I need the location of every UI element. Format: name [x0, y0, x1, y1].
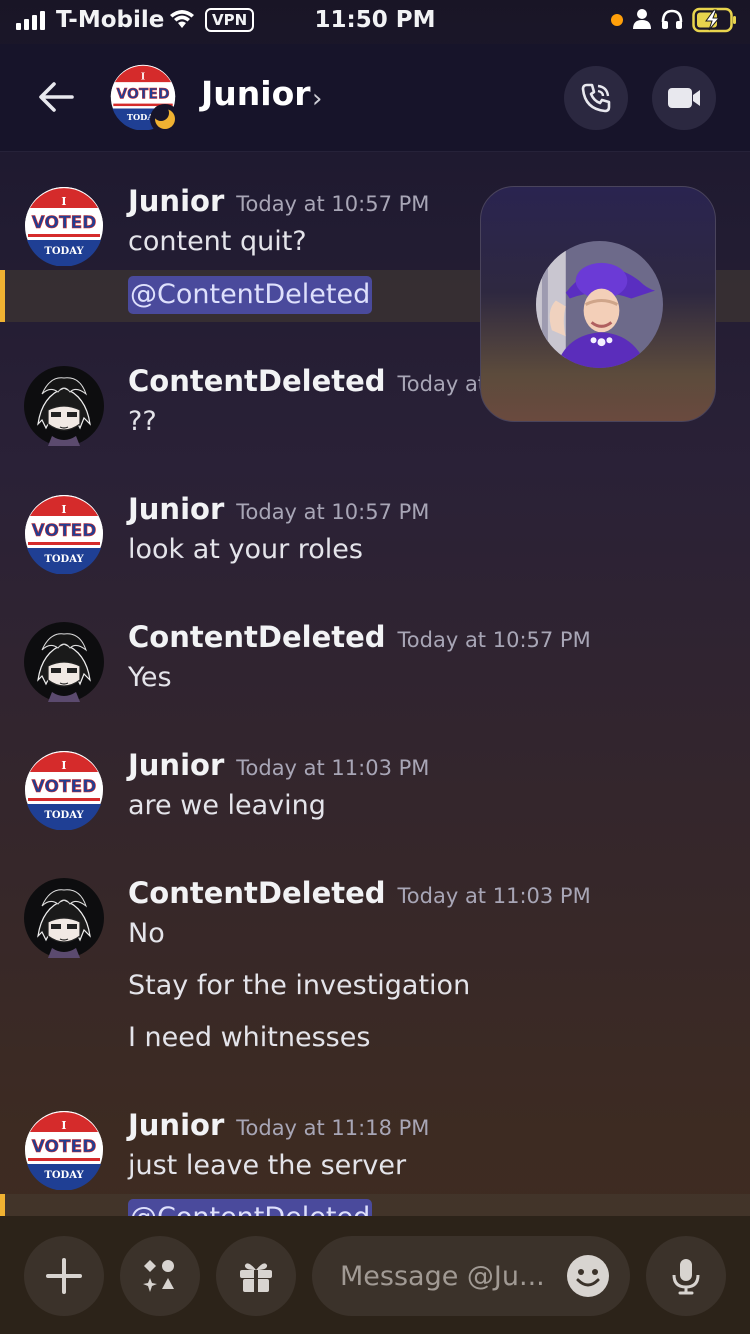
- apps-icon: [143, 1260, 174, 1292]
- author-name[interactable]: ContentDeleted: [128, 620, 386, 654]
- chat-header: Junior ›: [0, 44, 750, 152]
- message-header: ContentDeleted Today at 10:57 PM: [128, 620, 591, 654]
- message-mention-line: @ContentDeleted: [128, 276, 373, 314]
- timestamp: Today at 10:57 PM: [236, 192, 430, 216]
- timestamp: Today at 11:03 PM: [236, 756, 430, 780]
- headphones-icon: [661, 9, 683, 29]
- author-name[interactable]: Junior: [128, 184, 224, 218]
- message-text: content quit?: [128, 226, 307, 257]
- message-text: Yes: [128, 662, 172, 693]
- message-text: Stay for the investigation: [128, 970, 471, 1001]
- phone-icon: [581, 83, 611, 113]
- gift-icon: [240, 1263, 272, 1292]
- user-avatar[interactable]: [24, 878, 104, 958]
- status-bar: T-Mobile VPN 11:50 PM: [0, 0, 750, 44]
- idle-status-icon: [150, 104, 180, 134]
- timestamp: Today at 11:03 PM: [397, 884, 591, 908]
- timestamp: Today at 10:57 PM: [397, 628, 591, 652]
- timestamp: Today at 10:57 PM: [236, 500, 430, 524]
- voice-call-button[interactable]: [564, 66, 628, 130]
- user-avatar[interactable]: [24, 750, 104, 830]
- message-header: Junior Today at 11:03 PM: [128, 748, 429, 782]
- author-name[interactable]: ContentDeleted: [128, 876, 386, 910]
- message-text: just leave the server: [128, 1150, 407, 1181]
- message-text: No: [128, 918, 165, 949]
- call-pip-overlay[interactable]: [480, 186, 716, 422]
- message-input-container: [312, 1236, 630, 1316]
- battery-charging-icon: [692, 7, 736, 33]
- message-text: ??: [128, 406, 157, 437]
- microphone-icon: [672, 1259, 700, 1295]
- message-text: look at your roles: [128, 534, 363, 565]
- author-name[interactable]: Junior: [128, 492, 224, 526]
- author-name[interactable]: ContentDeleted: [128, 364, 386, 398]
- composer-bar: [0, 1216, 750, 1334]
- call-participant-avatar: [536, 241, 663, 368]
- back-arrow-icon[interactable]: [34, 74, 80, 120]
- header-title[interactable]: Junior: [201, 74, 311, 113]
- message-input[interactable]: [340, 1236, 560, 1316]
- message-header: Junior Today at 10:57 PM: [128, 492, 429, 526]
- author-name[interactable]: Junior: [128, 748, 224, 782]
- user-mention[interactable]: @ContentDeleted: [128, 276, 373, 314]
- user-avatar[interactable]: [24, 622, 104, 702]
- add-button[interactable]: [24, 1236, 104, 1316]
- apps-button[interactable]: [120, 1236, 200, 1316]
- user-avatar[interactable]: [24, 186, 104, 266]
- video-camera-icon: [668, 88, 700, 108]
- user-avatar[interactable]: [24, 1110, 104, 1190]
- person-icon: [633, 9, 651, 29]
- message-header: Junior Today at 10:57 PM: [128, 184, 429, 218]
- message-header: Junior Today at 11:18 PM: [128, 1108, 429, 1142]
- author-name[interactable]: Junior: [128, 1108, 224, 1142]
- message-text: I need whitnesses: [128, 1022, 371, 1053]
- user-avatar[interactable]: [24, 494, 104, 574]
- message-mention-line: @ContentDeleted: [128, 1199, 373, 1216]
- gift-button[interactable]: [216, 1236, 296, 1316]
- message-header: ContentDeleted Today at 10: [128, 364, 519, 398]
- privacy-dot-icon: [611, 14, 623, 26]
- user-avatar[interactable]: [24, 366, 104, 446]
- message-header: ContentDeleted Today at 11:03 PM: [128, 876, 591, 910]
- plus-icon: [46, 1258, 82, 1294]
- user-mention[interactable]: @ContentDeleted: [128, 1199, 373, 1216]
- voice-message-button[interactable]: [646, 1236, 726, 1316]
- timestamp: Today at 11:18 PM: [236, 1116, 430, 1140]
- message-text: are we leaving: [128, 790, 326, 821]
- highlighted-mention-row: [0, 1194, 750, 1216]
- chevron-right-icon[interactable]: ›: [312, 84, 322, 114]
- video-call-button[interactable]: [652, 66, 716, 130]
- emoji-icon[interactable]: [566, 1254, 610, 1298]
